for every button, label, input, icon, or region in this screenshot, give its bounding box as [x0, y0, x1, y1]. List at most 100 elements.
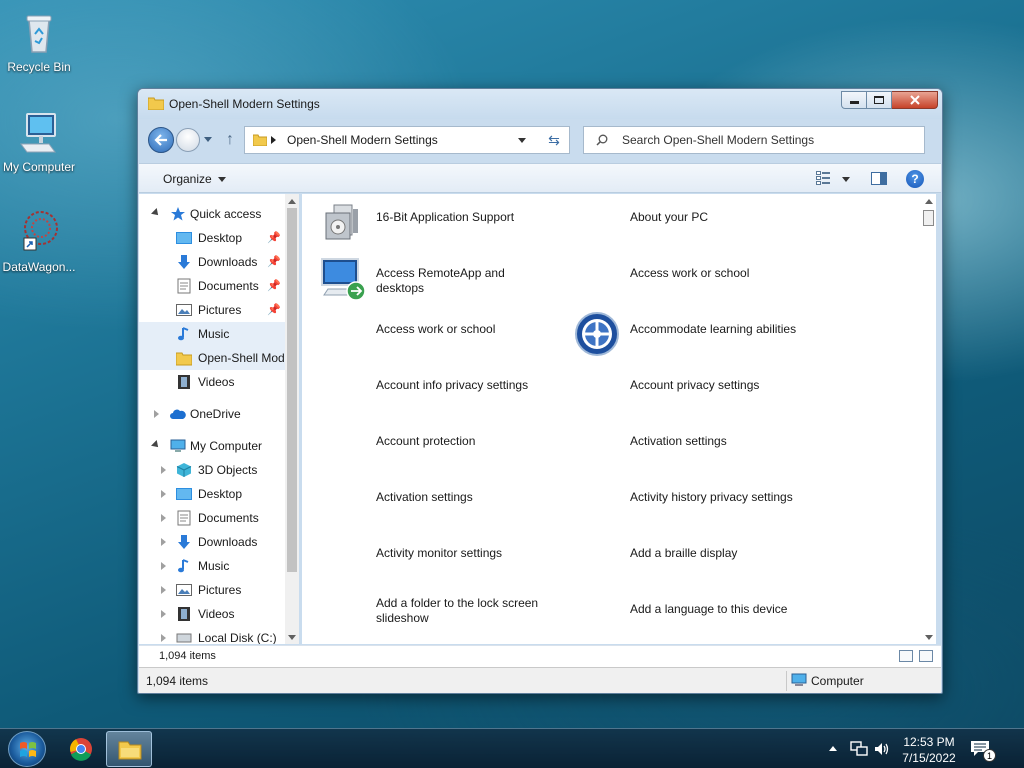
expand-arrow-icon[interactable]	[161, 634, 166, 642]
nav-item-desktop[interactable]: Desktop 📌	[139, 226, 285, 250]
nav-item-documents[interactable]: Documents	[139, 506, 285, 530]
search-icon	[596, 134, 608, 146]
nav-item-music[interactable]: Music	[139, 554, 285, 578]
list-item[interactable]: Activation settings	[556, 418, 810, 474]
close-button[interactable]	[892, 91, 938, 109]
maximize-icon	[874, 96, 884, 104]
command-bar: Organize ?	[139, 163, 941, 193]
list-item[interactable]: About your PC	[556, 194, 810, 250]
nav-item-desktop[interactable]: Desktop	[139, 482, 285, 506]
picture-icon	[176, 584, 192, 596]
expand-arrow-icon[interactable]	[161, 610, 166, 618]
details-view-icon[interactable]	[899, 650, 913, 662]
scroll-down-icon[interactable]	[288, 635, 296, 640]
desktop-icon-datawagon[interactable]: DataWagon...	[0, 208, 79, 274]
nav-item-open-shell-modern-settings[interactable]: Open-Shell Modern Settings	[139, 346, 285, 370]
taskbar-explorer-button[interactable]	[106, 731, 152, 767]
content-scrollbar[interactable]	[921, 194, 936, 644]
expand-arrow-icon[interactable]	[161, 538, 166, 546]
nav-item-my-computer[interactable]: My Computer	[139, 434, 285, 458]
chevron-down-icon[interactable]	[218, 177, 226, 182]
cube-icon	[176, 463, 192, 477]
taskbar: 12:53 PM 7/15/2022 1	[0, 728, 1024, 768]
back-button[interactable]	[148, 127, 174, 153]
expand-arrow-icon[interactable]	[161, 514, 166, 522]
download-arrow-icon	[178, 255, 190, 269]
nav-item-documents[interactable]: Documents 📌	[139, 274, 285, 298]
desktop-icon-recycle-bin[interactable]: Recycle Bin	[0, 8, 79, 74]
list-item[interactable]: Accommodate learning abilities	[556, 306, 810, 362]
recent-locations-dropdown[interactable]	[204, 137, 212, 142]
list-item[interactable]: Add a language to this device	[556, 586, 810, 642]
list-item[interactable]: Account protection	[302, 418, 556, 474]
list-item[interactable]: Add a folder to the lock screen slidesho…	[302, 586, 556, 642]
nav-item-3d-objects[interactable]: 3D Objects	[139, 458, 285, 482]
minimize-button[interactable]	[841, 91, 867, 109]
nav-item-quick-access[interactable]: Quick access	[139, 202, 285, 226]
nav-item-label: Videos	[198, 375, 235, 389]
expand-arrow-icon[interactable]	[161, 466, 166, 474]
list-item[interactable]: Activity monitor settings	[302, 530, 556, 586]
expand-arrow-icon[interactable]	[154, 410, 159, 418]
large-icons-view-icon[interactable]	[919, 650, 933, 662]
expand-arrow-icon[interactable]	[161, 562, 166, 570]
volume-icon[interactable]	[873, 741, 891, 757]
nav-item-videos[interactable]: Videos	[139, 602, 285, 626]
start-button[interactable]	[8, 731, 46, 767]
taskbar-chrome-button[interactable]	[58, 731, 104, 767]
refresh-icon[interactable]: ⇆	[545, 131, 563, 149]
expand-arrow-icon[interactable]	[151, 208, 161, 218]
expand-arrow-icon[interactable]	[161, 490, 166, 498]
show-hidden-icons-button[interactable]	[829, 746, 837, 751]
list-item[interactable]: Activity history privacy settings	[556, 474, 810, 530]
change-view-icon[interactable]	[816, 171, 830, 185]
nav-item-onedrive[interactable]: OneDrive	[139, 402, 285, 426]
up-arrow-icon[interactable]: ↑	[222, 131, 238, 149]
expand-arrow-icon[interactable]	[151, 440, 161, 450]
list-item[interactable]: Account privacy settings	[556, 362, 810, 418]
nav-item-downloads[interactable]: Downloads	[139, 530, 285, 554]
system-clock[interactable]: 12:53 PM 7/15/2022	[896, 734, 962, 766]
forward-button[interactable]	[176, 128, 200, 152]
nav-item-local-disk[interactable]: Local Disk (C:)	[139, 626, 285, 644]
list-item-label: Activation settings	[376, 490, 473, 504]
scrollbar-thumb[interactable]	[287, 208, 297, 572]
nav-item-downloads[interactable]: Downloads 📌	[139, 250, 285, 274]
nav-item-music[interactable]: Music	[139, 322, 285, 346]
list-item-label: Account privacy settings	[630, 378, 760, 392]
breadcrumb[interactable]: Open-Shell Modern Settings	[287, 133, 438, 147]
title-bar[interactable]: Open-Shell Modern Settings	[138, 89, 942, 119]
list-item[interactable]: Access work or school	[556, 250, 810, 306]
nav-item-pictures[interactable]: Pictures 📌	[139, 298, 285, 322]
expand-arrow-icon[interactable]	[161, 586, 166, 594]
list-item[interactable]: Account info privacy settings	[302, 362, 556, 418]
address-history-dropdown[interactable]	[518, 138, 526, 143]
scrollbar-thumb[interactable]	[923, 210, 934, 226]
list-item-label: Add a braille display	[630, 546, 738, 560]
nav-item-videos[interactable]: Videos	[139, 370, 285, 394]
nav-pane-scrollbar[interactable]	[285, 194, 299, 644]
organize-button[interactable]: Organize	[163, 172, 212, 186]
list-item-label: Account protection	[376, 434, 476, 448]
nav-item-pictures[interactable]: Pictures	[139, 578, 285, 602]
breadcrumb-separator-icon[interactable]	[271, 136, 276, 144]
view-options-dropdown[interactable]	[842, 177, 850, 182]
help-icon[interactable]: ?	[906, 170, 924, 188]
scroll-up-icon[interactable]	[288, 199, 296, 204]
list-item[interactable]: Activation settings	[302, 474, 556, 530]
scroll-up-icon[interactable]	[925, 199, 933, 204]
nav-item-label: Documents	[198, 279, 259, 293]
network-icon[interactable]	[850, 741, 868, 757]
list-item[interactable]: Access work or school	[302, 306, 556, 362]
list-item[interactable]: 16-Bit Application Support	[302, 194, 556, 250]
music-note-icon	[178, 559, 189, 573]
desktop-icon-my-computer[interactable]: My Computer	[0, 108, 79, 174]
scroll-down-icon[interactable]	[925, 635, 933, 640]
search-input[interactable]: Search Open-Shell Modern Settings	[622, 133, 814, 147]
maximize-button[interactable]	[867, 91, 892, 109]
address-bar[interactable]: Open-Shell Modern Settings ⇆	[244, 126, 570, 154]
list-item[interactable]: Access RemoteApp and desktops	[302, 250, 556, 306]
search-box[interactable]: Search Open-Shell Modern Settings	[583, 126, 925, 154]
list-item[interactable]: Add a braille display	[556, 530, 810, 586]
preview-pane-icon[interactable]	[871, 172, 887, 185]
